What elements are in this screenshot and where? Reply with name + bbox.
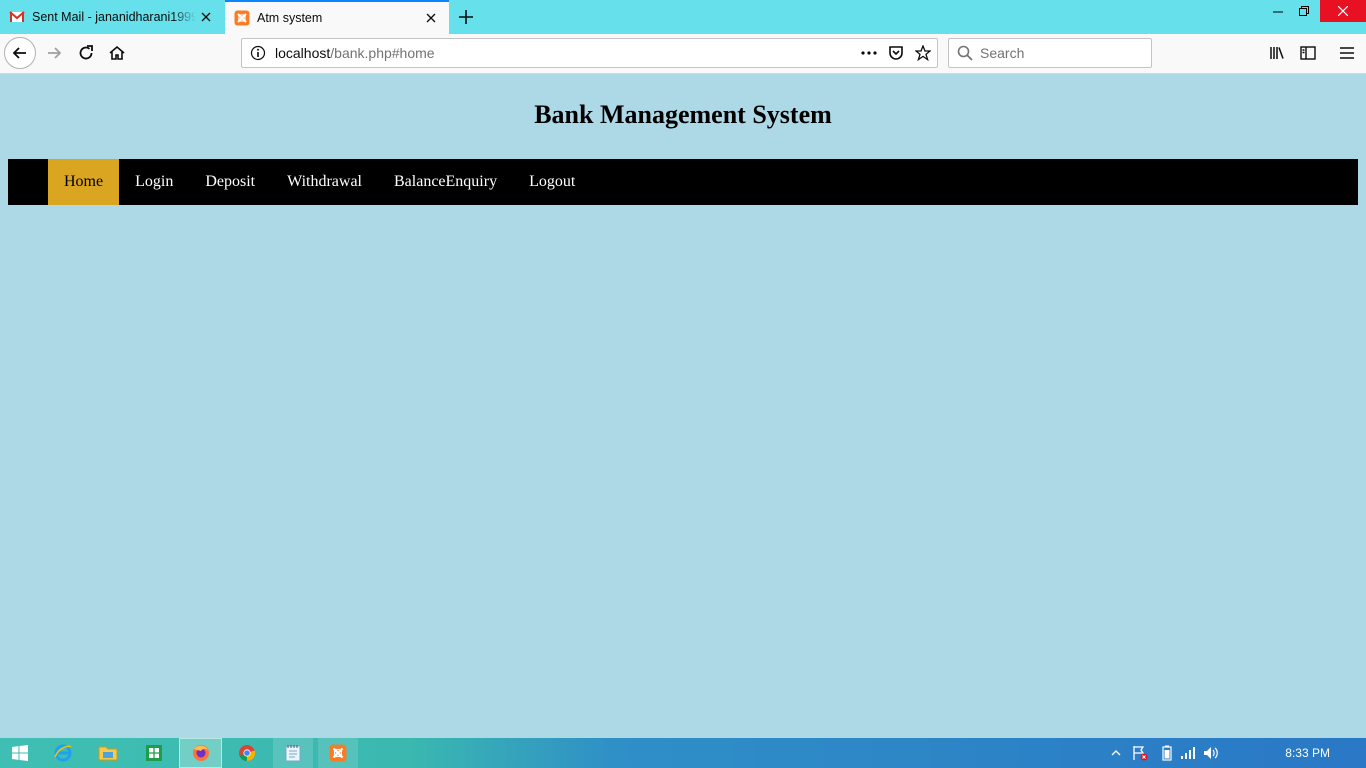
xampp-icon [234,10,250,26]
pocket-icon[interactable] [888,45,904,61]
menu-item-home[interactable]: Home [48,159,120,205]
chevron-up-icon [1111,750,1121,756]
hamburger-menu-icon [1340,47,1354,59]
menu-item-deposit[interactable]: Deposit [189,159,271,205]
reload-icon [79,45,93,60]
xampp-taskbar-button[interactable] [318,738,358,768]
start-button[interactable] [0,738,40,768]
gmail-icon [9,11,25,22]
tab-title: Sent Mail - jananidharani1999@ [32,10,196,24]
page-title: Bank Management System [534,100,832,129]
xampp-icon [329,744,347,762]
chrome-icon [239,745,256,762]
restore-icon [1299,6,1309,16]
menu-button[interactable] [1334,38,1360,68]
spreadsheet-icon [146,745,162,761]
close-window-button[interactable] [1320,0,1366,22]
file-explorer-icon [98,746,118,761]
show-hidden-icons-button[interactable] [1106,738,1126,768]
reload-button[interactable] [72,38,100,68]
url-host: localhost [275,45,331,61]
internet-explorer-button[interactable] [43,738,83,768]
menu-item-login[interactable]: Login [119,159,189,205]
forward-arrow-icon [48,47,62,59]
plus-icon [459,10,473,24]
battery-icon [1162,745,1172,761]
address-bar[interactable]: localhost/bank.php#home [241,38,938,68]
page-actions-icon[interactable] [860,45,878,61]
search-input[interactable]: Search [948,38,1152,68]
menu-item-logout[interactable]: Logout [513,159,591,205]
speaker-icon [1204,747,1218,759]
url-path: /bank.php#home [330,45,435,61]
notepad-button[interactable] [273,738,313,768]
signal-icon [1181,747,1195,759]
firefox-icon [192,745,209,761]
home-button[interactable] [103,38,131,68]
back-arrow-icon [12,47,26,59]
volume-button[interactable] [1201,738,1221,768]
new-tab-button[interactable] [455,6,477,28]
info-icon[interactable] [250,45,266,61]
close-icon [1338,6,1348,16]
menu-item-balance-enquiry[interactable]: BalanceEnquiry [378,159,513,205]
firefox-taskbar-button[interactable] [179,738,222,768]
close-tab-icon[interactable] [196,7,216,27]
tab-atm-system[interactable]: Atm system [225,0,449,34]
notepad-icon [285,745,301,762]
file-explorer-button[interactable] [88,738,128,768]
flag-alert-icon [1133,746,1148,761]
sidebar-button[interactable] [1295,38,1321,68]
network-button[interactable] [1178,738,1198,768]
page-viewport: Bank Management System Home Login Deposi… [0,74,1366,738]
spreadsheet-button[interactable] [134,738,174,768]
battery-button[interactable] [1157,738,1177,768]
search-placeholder: Search [980,45,1025,61]
search-icon [957,45,973,61]
main-menu: Home Login Deposit Withdrawal BalanceEnq… [8,159,1358,205]
bookmark-star-icon[interactable] [915,45,931,61]
close-tab-icon[interactable] [421,8,441,28]
taskbar-clock[interactable]: 8:33 PM [1285,738,1330,768]
tab-strip: Sent Mail - jananidharani1999@ Atm syste… [0,0,1366,34]
minimize-icon [1273,11,1283,13]
back-button[interactable] [4,37,36,69]
navigation-toolbar: localhost/bank.php#home Search [0,34,1366,74]
restore-button[interactable] [1289,0,1319,22]
forward-button[interactable] [40,38,68,68]
taskbar: 8:33 PM [0,738,1366,768]
library-icon [1270,47,1284,59]
action-center-button[interactable] [1130,738,1150,768]
chrome-button[interactable] [227,738,267,768]
home-icon [109,45,125,60]
sidebar-icon [1300,46,1316,60]
internet-explorer-icon [54,744,72,762]
tab-sent-mail[interactable]: Sent Mail - jananidharani1999@ [0,0,224,34]
library-button[interactable] [1264,38,1290,68]
start-icon [12,745,28,761]
menu-item-withdrawal[interactable]: Withdrawal [271,159,378,205]
tab-title: Atm system [257,11,323,25]
